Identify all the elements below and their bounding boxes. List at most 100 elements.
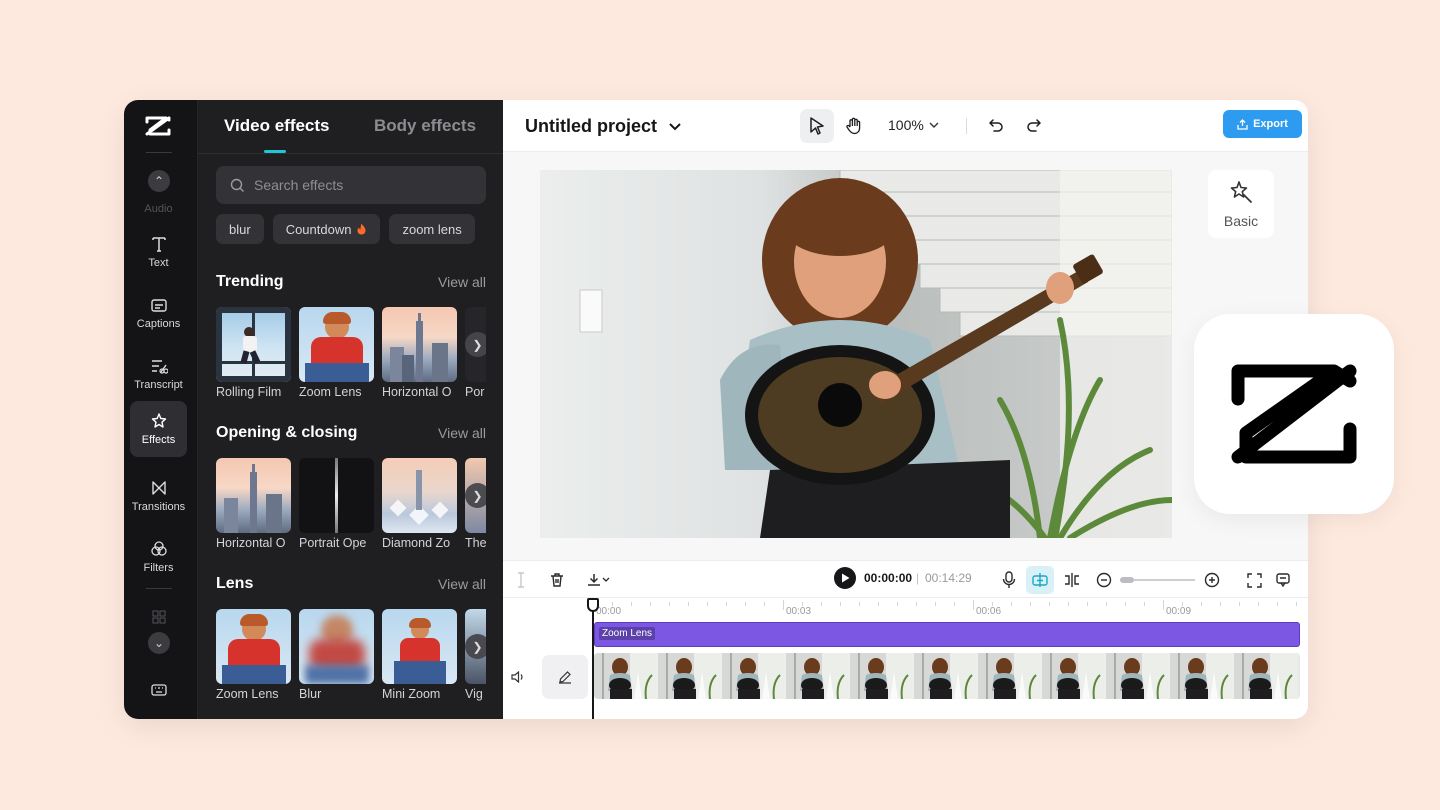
effect-name: Vig <box>465 687 483 701</box>
upload-icon <box>1237 118 1248 130</box>
track-volume-icon[interactable] <box>511 670 525 688</box>
rail-divider <box>146 152 172 153</box>
rail-scroll-down-icon[interactable]: ⌄ <box>148 632 170 654</box>
effect-name: Portrait Ope <box>299 536 367 550</box>
chip-label: blur <box>229 221 251 237</box>
editor-topbar: Untitled project 100% Export <box>503 100 1308 152</box>
effect-card[interactable]: Mini Zoom <box>382 609 457 701</box>
scroll-right-button[interactable]: ❯ <box>465 483 486 508</box>
rail-item-keyboard[interactable] <box>130 674 187 706</box>
effect-clip[interactable]: Zoom Lens <box>594 622 1300 647</box>
search-box[interactable] <box>216 166 486 204</box>
chip-zoom-lens[interactable]: zoom lens <box>389 214 475 244</box>
effect-card[interactable]: Horizontal O <box>216 458 291 550</box>
effect-thumbnail <box>299 458 374 533</box>
edit-cover-button[interactable] <box>542 655 588 699</box>
rail-item-more[interactable] <box>130 597 187 637</box>
view-all-link[interactable]: View all <box>438 576 486 592</box>
rail-item-text[interactable]: Text <box>130 224 187 280</box>
video-preview[interactable] <box>540 170 1172 538</box>
timeline-comment-button[interactable] <box>1273 570 1293 590</box>
timeline-ruler[interactable]: 00:00 00:03 00:06 00:09 <box>593 598 1308 620</box>
tab-body-effects[interactable]: Body effects <box>374 116 476 136</box>
effect-card[interactable]: Portrait Ope <box>299 458 374 550</box>
comment-icon <box>1276 573 1290 588</box>
select-tool-button[interactable] <box>800 109 834 143</box>
grid-icon <box>152 610 165 624</box>
effect-card[interactable]: Horizontal O <box>382 307 457 399</box>
effect-thumbnail <box>382 307 457 382</box>
ruler-minor-tick <box>992 602 993 606</box>
hand-tool-button[interactable] <box>837 109 871 143</box>
zoom-level: 100% <box>888 117 924 133</box>
chip-countdown[interactable]: Countdown <box>272 214 381 244</box>
chip-blur[interactable]: blur <box>216 214 264 244</box>
tab-video-effects[interactable]: Video effects <box>224 116 330 136</box>
ruler-minor-tick <box>1011 602 1012 606</box>
scroll-right-button[interactable]: ❯ <box>465 332 486 357</box>
auto-snap-toggle[interactable] <box>1026 566 1054 594</box>
effect-card[interactable]: Zoom Lens <box>216 609 291 701</box>
fit-timeline-button[interactable] <box>1244 570 1264 590</box>
filmstrip-frame <box>850 653 914 699</box>
zoom-level-dropdown[interactable]: 100% <box>888 117 939 133</box>
ruler-minor-tick <box>1277 602 1278 606</box>
rail-item-transcript[interactable]: Transcript <box>130 346 187 402</box>
ruler-label: 00:09 <box>1166 606 1192 617</box>
play-button[interactable] <box>834 567 856 589</box>
capcut-logo-icon[interactable] <box>144 114 172 138</box>
delete-button[interactable] <box>547 570 567 590</box>
rail-scroll-up-icon[interactable]: ⌃ <box>148 170 170 192</box>
play-icon <box>841 573 849 583</box>
ruler-minor-tick <box>1201 602 1202 606</box>
text-cursor-icon <box>518 572 524 588</box>
zoom-in-button[interactable] <box>1202 570 1222 590</box>
playhead-handle[interactable] <box>587 598 599 612</box>
ruler-minor-tick <box>1258 602 1259 606</box>
time-separator: | <box>916 571 920 585</box>
chevron-down-icon <box>929 122 939 128</box>
view-all-link[interactable]: View all <box>438 425 486 441</box>
rail-item-transitions[interactable]: Transitions <box>130 468 187 524</box>
active-tab-indicator <box>264 150 286 153</box>
effect-thumbnail <box>216 458 291 533</box>
redo-icon <box>1027 119 1041 132</box>
filmstrip-frame <box>1170 653 1234 699</box>
ruler-minor-tick <box>840 602 841 606</box>
rail-item-effects[interactable]: Effects <box>130 401 187 457</box>
trash-icon <box>551 573 563 587</box>
effect-card[interactable]: Rolling Film <box>216 307 291 399</box>
basic-panel-button[interactable]: Basic <box>1208 170 1274 238</box>
editor-main: Untitled project 100% Export Basic 00:00… <box>503 100 1308 719</box>
scroll-right-button[interactable]: ❯ <box>465 634 486 659</box>
search-input[interactable] <box>254 177 454 193</box>
project-title-dropdown[interactable]: Untitled project <box>525 116 681 137</box>
timeline-zoom-handle[interactable] <box>1120 577 1134 583</box>
video-clip[interactable] <box>594 653 1300 699</box>
zoom-out-button[interactable] <box>1094 570 1114 590</box>
download-dropdown-button[interactable] <box>582 570 614 590</box>
ruler-minor-tick <box>669 602 670 606</box>
ruler-minor-tick <box>612 602 613 606</box>
effect-card[interactable]: Blur <box>299 609 374 701</box>
split-clip-button[interactable] <box>1062 570 1082 590</box>
ruler-minor-tick <box>916 602 917 606</box>
ruler-label: 00:00 <box>596 606 622 617</box>
redo-button[interactable] <box>1017 109 1051 143</box>
effect-card[interactable]: Diamond Zo <box>382 458 457 550</box>
split-cursor-button[interactable] <box>511 570 531 590</box>
view-all-link[interactable]: View all <box>438 274 486 290</box>
search-icon <box>230 178 244 192</box>
rail-item-filters[interactable]: Filters <box>130 529 187 585</box>
playhead[interactable] <box>592 598 594 719</box>
undo-button[interactable] <box>979 109 1013 143</box>
effect-card[interactable]: Zoom Lens <box>299 307 374 399</box>
record-audio-button[interactable] <box>999 570 1019 590</box>
export-button[interactable]: Export <box>1223 110 1302 138</box>
left-rail: Audio ⌃ Text Captions Transcript Effects… <box>124 100 198 719</box>
filmstrip-frame <box>978 653 1042 699</box>
rail-item-captions[interactable]: Captions <box>130 285 187 341</box>
ruler-minor-tick <box>707 602 708 606</box>
effect-thumbnail <box>299 609 374 684</box>
effect-name: Horizontal O <box>216 536 286 550</box>
